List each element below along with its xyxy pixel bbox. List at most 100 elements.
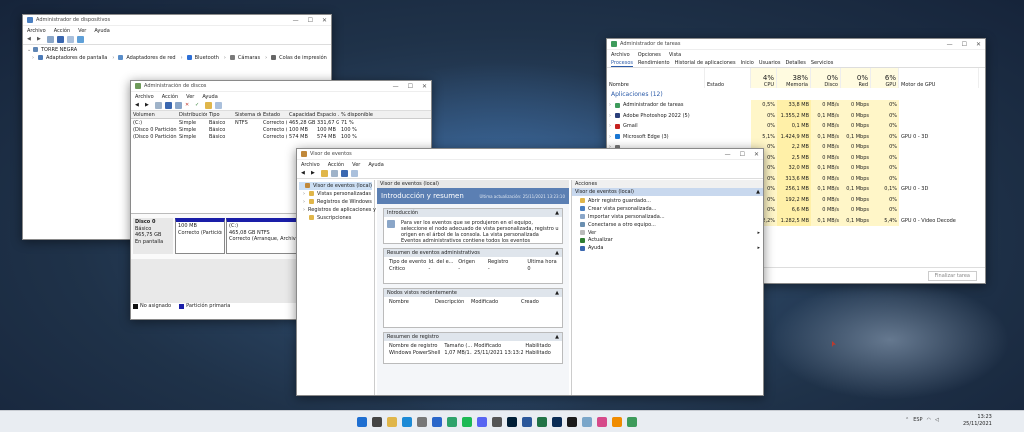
- tab-5[interactable]: Detalles: [785, 60, 805, 66]
- column-header[interactable]: Origen: [456, 259, 486, 266]
- security-icon[interactable]: [567, 417, 577, 427]
- tab-3[interactable]: Inicio: [741, 60, 754, 66]
- chevron-right-icon[interactable]: ›: [224, 55, 230, 61]
- column-header[interactable]: Sistema de ...: [233, 112, 261, 118]
- titlebar[interactable]: Administrador de dispositivos — ☐ ✕: [23, 15, 331, 26]
- up-folder-icon[interactable]: [321, 170, 328, 177]
- column-header[interactable]: Modificado: [469, 299, 519, 306]
- menu-ver[interactable]: Ver: [186, 94, 194, 100]
- partition-1[interactable]: 100 MB Correcto (Partición d: [175, 218, 225, 254]
- maps-icon[interactable]: [447, 417, 457, 427]
- chevron-up-icon[interactable]: ⌃: [905, 417, 909, 423]
- collapse-icon[interactable]: ▲: [555, 210, 559, 216]
- menu-ver[interactable]: Ver: [78, 28, 86, 34]
- help-icon[interactable]: [341, 170, 348, 177]
- tab-0[interactable]: Procesos: [611, 60, 634, 67]
- forward-icon[interactable]: ▶: [37, 36, 44, 43]
- column-header[interactable]: Espacio ...: [315, 112, 339, 118]
- snip-icon[interactable]: [597, 417, 607, 427]
- column-header[interactable]: 6% GPU: [871, 68, 899, 88]
- column-header[interactable]: Creado: [519, 299, 559, 306]
- wifi-icon[interactable]: ◠: [927, 417, 931, 423]
- close-icon[interactable]: ✕: [422, 83, 427, 90]
- lang-indicator[interactable]: ESP: [913, 417, 922, 423]
- help-icon[interactable]: [165, 102, 172, 109]
- menu-archivo[interactable]: Archivo: [27, 28, 46, 34]
- edge-icon[interactable]: [402, 417, 412, 427]
- tree-item[interactable]: Suscripciones: [299, 214, 372, 222]
- column-header[interactable]: Habilitado: [523, 343, 559, 350]
- column-header[interactable]: Tamaño (...: [442, 343, 472, 350]
- notepad-icon[interactable]: [582, 417, 592, 427]
- tree-root[interactable]: ⌄ TORRE NEGRA: [27, 46, 327, 54]
- properties-icon[interactable]: [47, 36, 54, 43]
- menu-archivo[interactable]: Archivo: [611, 52, 630, 58]
- column-header[interactable]: Tipo: [207, 112, 233, 118]
- list-icon[interactable]: [155, 102, 162, 109]
- column-header[interactable]: 38% Memoria: [777, 68, 811, 88]
- end-task-button[interactable]: Finalizar tarea: [927, 270, 977, 281]
- column-header[interactable]: Id. del e...: [427, 259, 457, 266]
- close-icon[interactable]: ✕: [322, 17, 327, 24]
- terminal-icon[interactable]: [492, 417, 502, 427]
- close-icon[interactable]: ✕: [754, 151, 759, 158]
- maximize-icon[interactable]: ☐: [308, 17, 313, 24]
- tab-2[interactable]: Historial de aplicaciones: [675, 60, 736, 66]
- column-header[interactable]: 0% Disco: [811, 68, 841, 88]
- back-icon[interactable]: ◀: [301, 170, 308, 177]
- spotify-icon[interactable]: [462, 417, 472, 427]
- titlebar[interactable]: Administración de discos — ☐ ✕: [131, 81, 431, 92]
- file-explorer-icon[interactable]: [387, 417, 397, 427]
- forward-icon[interactable]: ▶: [145, 102, 152, 109]
- monitor-icon[interactable]: [77, 36, 84, 43]
- table-row[interactable]: (C:) Simple Básico NTFS Correcto (...465,28 …: [131, 119, 431, 126]
- minimize-icon[interactable]: —: [293, 17, 299, 24]
- folder-icon[interactable]: [205, 102, 212, 109]
- column-header[interactable]: Nombre de registro: [387, 343, 442, 350]
- scan-icon[interactable]: [67, 36, 74, 43]
- apps-group-header[interactable]: Aplicaciones (12): [607, 88, 985, 100]
- column-header[interactable]: Nombre: [387, 299, 433, 306]
- maximize-icon[interactable]: ☐: [408, 83, 413, 90]
- collapse-icon[interactable]: ▲: [555, 334, 559, 340]
- action-item[interactable]: Abrir registro guardado...: [575, 197, 760, 205]
- column-header[interactable]: Nombre: [607, 68, 705, 88]
- collapse-icon[interactable]: ▲: [555, 250, 559, 256]
- action-item[interactable]: Importar vista personalizada...: [575, 213, 760, 221]
- action-item[interactable]: Actualizar: [575, 236, 760, 244]
- column-header[interactable]: Estado: [261, 112, 287, 118]
- back-icon[interactable]: ◀: [135, 102, 142, 109]
- minimize-icon[interactable]: —: [947, 41, 953, 48]
- delete-icon[interactable]: ✕: [185, 102, 192, 109]
- tree-item[interactable]: Visor de eventos (local): [299, 182, 372, 190]
- action-item[interactable]: Ayuda ▸: [575, 244, 760, 252]
- maximize-icon[interactable]: ☐: [962, 41, 967, 48]
- menu-archivo[interactable]: Archivo: [301, 162, 320, 168]
- tree-item[interactable]: › Cámaras: [219, 54, 260, 62]
- maximize-icon[interactable]: ☐: [740, 151, 745, 158]
- photoshop-icon[interactable]: [507, 417, 517, 427]
- menu-accion[interactable]: Acción: [162, 94, 178, 100]
- tree-item[interactable]: › Colas de impresión: [260, 54, 327, 62]
- menu-opciones[interactable]: Opciones: [638, 52, 661, 58]
- column-header[interactable]: Capacidad: [287, 112, 315, 118]
- menu-accion[interactable]: Acción: [54, 28, 70, 34]
- column-header[interactable]: Tipo de evento: [387, 259, 427, 266]
- tree-item[interactable]: › Bluetooth: [176, 54, 219, 62]
- settings-icon[interactable]: [417, 417, 427, 427]
- column-header[interactable]: Estado: [705, 68, 751, 88]
- table-row[interactable]: (Disco 0 Partición 4)Simple Básico Correct…: [131, 133, 431, 140]
- process-row[interactable]: › Microsoft Edge (3) 5,1% 1.424,9 MB 0,1 MB/…: [607, 131, 985, 142]
- search-icon[interactable]: [372, 417, 382, 427]
- start-icon[interactable]: [357, 417, 367, 427]
- word-icon[interactable]: [522, 417, 532, 427]
- menu-archivo[interactable]: Archivo: [135, 94, 154, 100]
- taskmgr-icon[interactable]: [627, 417, 637, 427]
- process-row[interactable]: › Adobe Photoshop 2022 (5) 0% 1.355,2 MB 0,1…: [607, 110, 985, 121]
- titlebar[interactable]: Visor de eventos — ☐ ✕: [297, 149, 763, 160]
- process-row[interactable]: › Administrador de tareas 0,5% 33,8 MB 0 MB/…: [607, 100, 985, 111]
- tree-item[interactable]: › Adaptadores de red: [107, 54, 175, 62]
- actions-subheader[interactable]: Visor de eventos (local) ▲: [572, 188, 763, 196]
- minimize-icon[interactable]: —: [393, 83, 399, 90]
- titlebar[interactable]: Administrador de tareas — ☐ ✕: [607, 39, 985, 50]
